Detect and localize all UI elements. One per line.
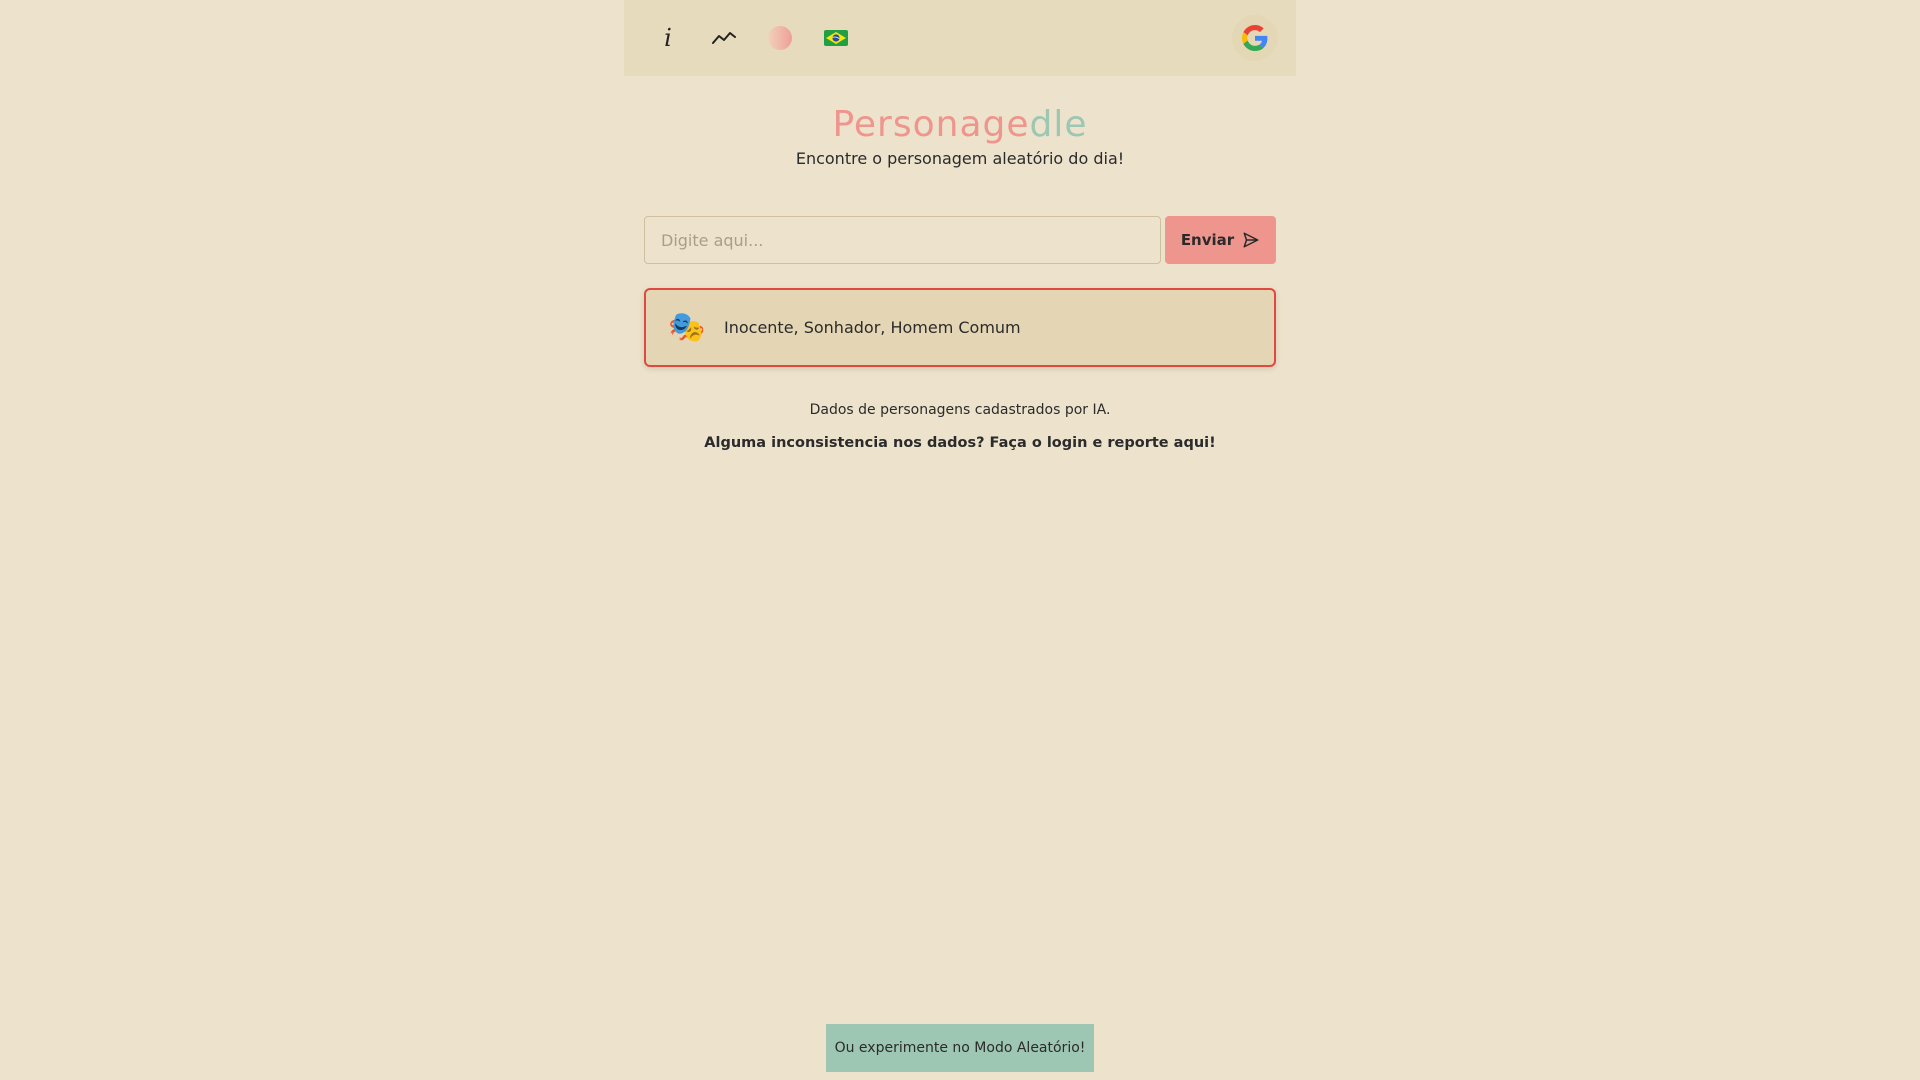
top-navbar: i bbox=[624, 0, 1296, 76]
send-icon bbox=[1243, 232, 1259, 248]
report-link[interactable]: Alguma inconsistencia nos dados? Faça o … bbox=[0, 435, 1920, 451]
send-button[interactable]: Enviar bbox=[1165, 216, 1276, 264]
credit-text: Dados de personagens cadastrados por IA. bbox=[809, 402, 1111, 418]
send-button-label: Enviar bbox=[1180, 231, 1235, 249]
random-mode-button[interactable]: Ou experimente no Modo Aleatório! bbox=[826, 1024, 1094, 1072]
theme-toggle-icon bbox=[768, 26, 792, 50]
page-subtitle: Encontre o personagem aleatório do dia! bbox=[795, 149, 1125, 168]
theater-masks-icon: 🎭 bbox=[668, 310, 706, 345]
info-icon: i bbox=[664, 24, 672, 52]
stats-button[interactable] bbox=[706, 20, 742, 56]
info-button[interactable]: i bbox=[650, 20, 686, 56]
theme-toggle-button[interactable] bbox=[762, 20, 798, 56]
title-part-dle: dle bbox=[1029, 104, 1088, 145]
random-mode-label: Ou experimente no Modo Aleatório! bbox=[834, 1040, 1086, 1056]
page-title: Personagedle bbox=[0, 104, 1920, 145]
google-login-icon bbox=[1242, 25, 1268, 51]
google-login-button[interactable] bbox=[1232, 15, 1278, 61]
language-button[interactable] bbox=[818, 20, 854, 56]
hint-card: 🎭 Inocente, Sonhador, Homem Comum bbox=[644, 288, 1276, 367]
stats-chart-icon bbox=[712, 32, 736, 44]
brazil-flag-icon bbox=[824, 30, 848, 46]
search-input[interactable] bbox=[644, 216, 1161, 264]
hint-text: Inocente, Sonhador, Homem Comum bbox=[724, 318, 1021, 337]
title-part-personage: Personage bbox=[832, 104, 1030, 145]
